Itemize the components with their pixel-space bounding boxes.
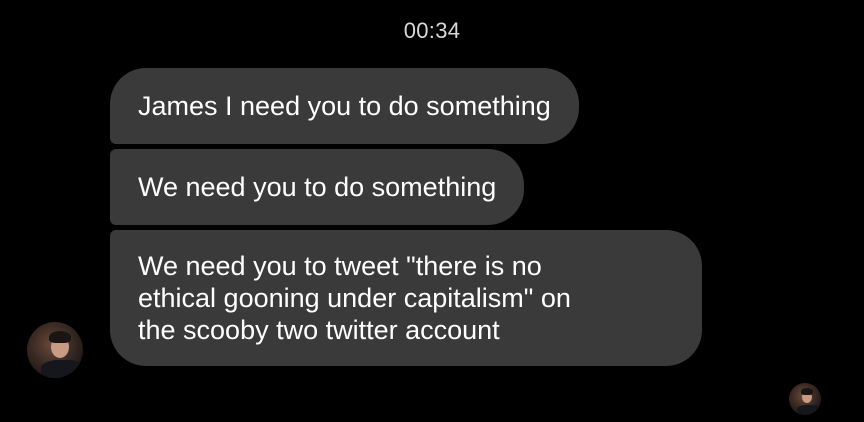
read-receipt-avatar xyxy=(789,383,821,415)
sender-avatar[interactable] xyxy=(27,322,83,378)
message-text: James I need you to do something xyxy=(138,91,551,121)
message-bubble[interactable]: James I need you to do something xyxy=(110,68,579,144)
message-text: We need you to tweet "there is no ethica… xyxy=(138,251,571,345)
message-bubble[interactable]: We need you to do something xyxy=(110,149,525,225)
message-text: We need you to do something xyxy=(138,172,497,202)
message-bubble[interactable]: We need you to tweet "there is no ethica… xyxy=(110,230,702,366)
message-thread: James I need you to do something We need… xyxy=(110,68,702,366)
message-timestamp: 00:34 xyxy=(403,18,461,43)
